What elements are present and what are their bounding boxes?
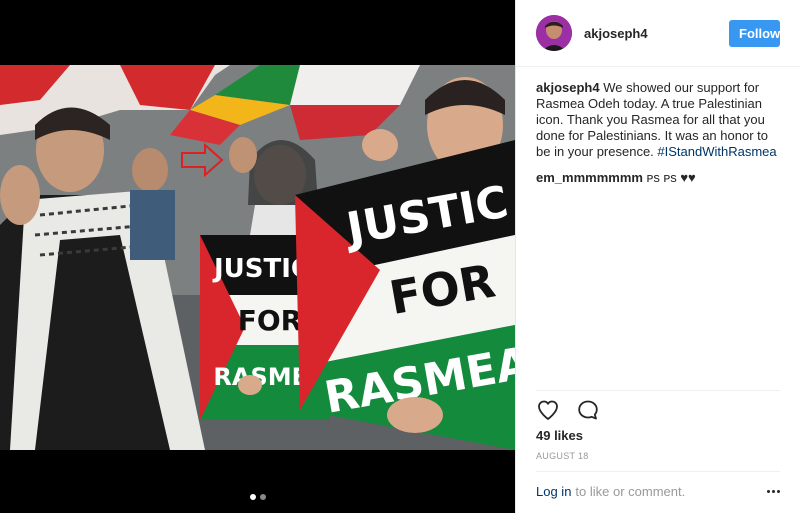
follow-button[interactable]: Follow <box>729 19 780 47</box>
heart-icon[interactable] <box>536 398 560 422</box>
post-media: JUSTIC FOR RASMEA JUSTIC FOR RASMEA <box>0 0 515 513</box>
header-username[interactable]: akjoseph4 <box>584 26 729 41</box>
post-header: akjoseph4 Follow <box>516 0 800 67</box>
avatar[interactable] <box>536 15 572 51</box>
carousel-indicator <box>0 494 515 500</box>
login-suffix: to like or comment. <box>575 484 686 499</box>
carousel-dot[interactable] <box>259 494 266 500</box>
sign-left-line1: JUSTIC <box>212 254 310 284</box>
post-sidebar: akjoseph4 Follow akjoseph4 We showed our… <box>515 0 800 513</box>
more-dot <box>772 490 775 493</box>
more-dot <box>777 490 780 493</box>
login-link[interactable]: Log in <box>536 484 571 499</box>
login-prompt: Log in to like or comment. <box>536 484 780 499</box>
carousel-dot-active[interactable] <box>249 494 256 500</box>
caption-hashtag[interactable]: #IStandWithRasmea <box>657 144 776 159</box>
more-options-icon[interactable] <box>767 490 780 493</box>
divider <box>536 390 780 391</box>
post-actions <box>536 398 600 422</box>
caption-username[interactable]: akjoseph4 <box>536 80 600 95</box>
divider <box>536 471 780 472</box>
protest-photo: JUSTIC FOR RASMEA JUSTIC FOR RASMEA <box>0 65 515 450</box>
comment-icon[interactable] <box>576 398 600 422</box>
avatar-image <box>536 15 572 51</box>
comment-text: ᴘs ᴘs ♥♥ <box>642 170 696 185</box>
likes-count[interactable]: 49 likes <box>536 428 583 443</box>
sign-left-line2: FOR <box>238 304 303 337</box>
comments-section: akjoseph4 We showed our support for Rasm… <box>516 67 800 186</box>
post-caption: akjoseph4 We showed our support for Rasm… <box>536 80 780 160</box>
post-photo[interactable]: JUSTIC FOR RASMEA JUSTIC FOR RASMEA <box>0 65 515 450</box>
more-dot <box>767 490 770 493</box>
comment-username[interactable]: em_mmmmmmm <box>536 170 643 185</box>
post-date: August 18 <box>536 451 589 461</box>
comment-item: em_mmmmmmm ᴘs ᴘs ♥♥ <box>536 170 780 186</box>
